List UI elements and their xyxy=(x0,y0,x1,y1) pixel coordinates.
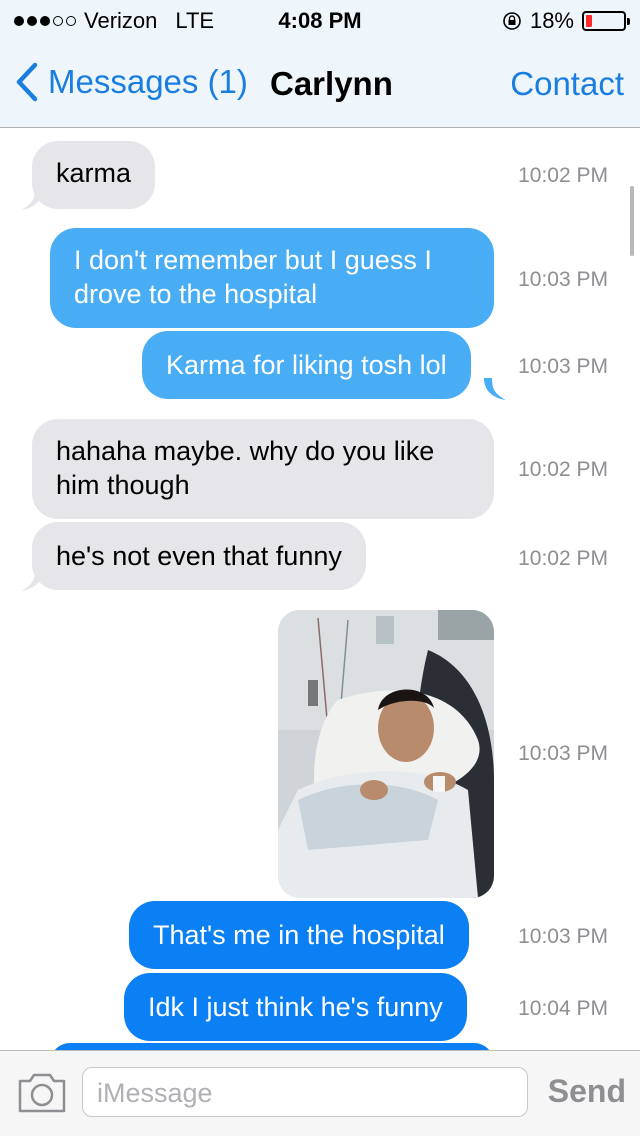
hospital-photo-image xyxy=(278,610,494,898)
navigation-bar: Messages (1) Carlynn Contact xyxy=(0,40,640,128)
bubble-tail xyxy=(21,569,43,591)
camera-icon[interactable] xyxy=(16,1071,68,1115)
message-timestamp: 10:03 PM xyxy=(518,268,608,291)
battery-percent: 18% xyxy=(529,8,574,33)
contact-button[interactable]: Contact xyxy=(510,65,624,103)
back-button[interactable]: Messages (1) xyxy=(14,62,248,102)
back-label: Messages (1) xyxy=(48,63,248,100)
message-timestamp: 10:03 PM xyxy=(518,925,608,948)
message-input[interactable]: iMessage xyxy=(82,1067,528,1117)
outgoing-message[interactable]: Karma for liking tosh lol xyxy=(142,331,471,399)
outgoing-message[interactable]: That's me in the hospital xyxy=(129,901,469,969)
message-timestamp: 10:02 PM xyxy=(518,458,608,481)
message-timestamp: 10:03 PM xyxy=(518,355,608,378)
message-timestamp: 10:03 PM xyxy=(518,742,608,765)
outgoing-message[interactable]: Idk I just think he's funny xyxy=(124,973,467,1041)
incoming-message[interactable]: hahaha maybe. why do you like him though xyxy=(32,419,494,519)
photo-attachment[interactable] xyxy=(278,610,494,898)
status-bar: Verizon LTE 4:08 PM 18% xyxy=(0,0,640,40)
incoming-message[interactable]: karma xyxy=(32,141,156,209)
bubble-tail xyxy=(484,378,506,400)
conversation-title: Carlynn xyxy=(270,65,393,102)
message-timestamp: 10:02 PM xyxy=(518,164,608,187)
battery-icon xyxy=(582,11,630,31)
incoming-message[interactable]: he's not even that funny xyxy=(32,522,366,590)
message-timestamp: 10:02 PM xyxy=(518,547,608,570)
status-right: 18% xyxy=(502,8,630,34)
scroll-indicator xyxy=(630,186,634,256)
outgoing-message-partial[interactable] xyxy=(50,1043,494,1050)
chevron-left-icon xyxy=(16,62,38,102)
compose-bar: iMessage Send xyxy=(0,1050,640,1136)
send-button[interactable]: Send xyxy=(548,1073,626,1110)
message-timestamp: 10:04 PM xyxy=(518,997,608,1020)
outgoing-message[interactable]: I don't remember but I guess I drove to … xyxy=(50,228,494,328)
lock-rotation-icon xyxy=(503,12,521,30)
message-thread[interactable]: karma 10:02 PM I don't remember but I gu… xyxy=(0,128,640,1050)
bubble-tail xyxy=(21,188,43,210)
